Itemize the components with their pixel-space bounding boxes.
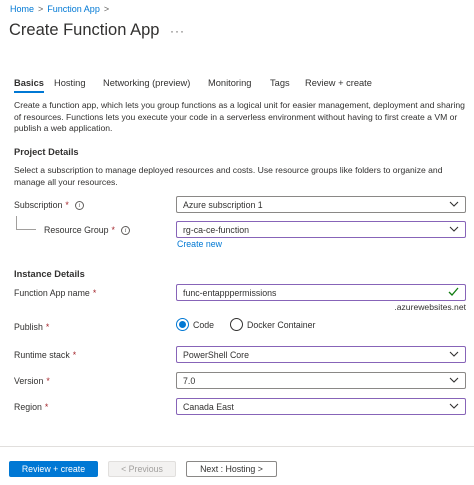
chevron-down-icon	[449, 351, 459, 357]
function-app-name-input[interactable]: func-entapppermissions	[176, 284, 466, 301]
page-title: Create Function App	[9, 21, 160, 39]
breadcrumb-function-app-link[interactable]: Function App	[47, 4, 100, 14]
breadcrumb-separator: >	[38, 4, 44, 14]
publish-option-docker[interactable]: Docker Container	[230, 318, 315, 331]
tab-networking[interactable]: Networking (preview)	[103, 78, 190, 88]
publish-label: Publish *	[14, 322, 50, 332]
required-mark: *	[72, 350, 77, 360]
radio-selected-icon[interactable]	[176, 318, 189, 331]
region-label: Region *	[14, 402, 49, 412]
tab-basics[interactable]: Basics	[14, 78, 44, 93]
tab-monitoring[interactable]: Monitoring	[208, 78, 251, 88]
footer-divider	[0, 446, 474, 447]
subscription-label: Subscription * i	[14, 200, 84, 210]
chevron-down-icon	[449, 226, 459, 232]
create-new-link[interactable]: Create new	[177, 239, 222, 249]
runtime-stack-select[interactable]: PowerShell Core	[176, 346, 466, 363]
tab-tags[interactable]: Tags	[270, 78, 290, 88]
breadcrumb-home-link[interactable]: Home	[10, 4, 34, 14]
required-mark: *	[46, 376, 50, 386]
ellipsis-icon[interactable]: ···	[170, 24, 185, 38]
breadcrumb-separator: >	[103, 4, 110, 14]
next-hosting-button[interactable]: Next : Hosting >	[186, 461, 277, 477]
function-app-name-label: Function App name *	[14, 288, 97, 298]
version-label: Version *	[14, 376, 50, 386]
required-mark: *	[111, 225, 115, 235]
publish-radio-group: Code Docker Container	[176, 318, 315, 331]
chevron-down-icon	[449, 377, 459, 383]
checkmark-icon	[448, 287, 459, 296]
domain-suffix: .azurewebsites.net	[394, 302, 466, 312]
publish-option-code[interactable]: Code	[176, 318, 214, 331]
resource-group-select[interactable]: rg-ca-ce-function	[176, 221, 466, 238]
tree-connector	[16, 216, 36, 230]
info-icon[interactable]: i	[120, 225, 130, 235]
version-select[interactable]: 7.0	[176, 372, 466, 389]
runtime-stack-label: Runtime stack *	[14, 350, 77, 360]
required-mark: *	[92, 288, 97, 298]
required-mark: *	[45, 322, 50, 332]
previous-button[interactable]: < Previous	[108, 461, 176, 477]
required-mark: *	[44, 402, 49, 412]
radio-unselected-icon[interactable]	[230, 318, 244, 331]
instance-details-heading: Instance Details	[14, 269, 85, 279]
review-create-button[interactable]: Review + create	[9, 461, 98, 477]
chevron-down-icon	[449, 201, 459, 207]
resource-group-label: Resource Group * i	[44, 225, 130, 235]
tab-hosting[interactable]: Hosting	[54, 78, 86, 88]
region-select[interactable]: Canada East	[176, 398, 466, 415]
chevron-down-icon	[449, 403, 459, 409]
breadcrumb: Home > Function App >	[10, 4, 109, 14]
tab-review-create[interactable]: Review + create	[305, 78, 372, 88]
required-mark: *	[65, 200, 69, 210]
intro-text: Create a function app, which lets you gr…	[14, 100, 465, 133]
project-details-description: Select a subscription to manage deployed…	[14, 165, 443, 187]
info-icon[interactable]: i	[74, 200, 84, 210]
subscription-select[interactable]: Azure subscription 1	[176, 196, 466, 213]
project-details-heading: Project Details	[14, 147, 79, 157]
